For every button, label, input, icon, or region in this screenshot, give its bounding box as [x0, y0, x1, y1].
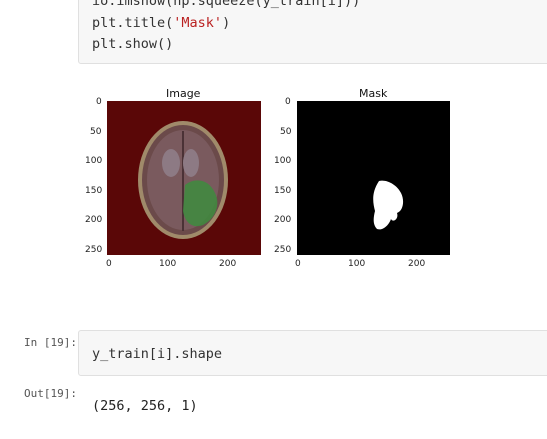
code-string: 'Mask'	[173, 15, 223, 31]
code-line: io.imshow(np.squeeze(y_train[i]))	[92, 0, 361, 9]
ventricle-right	[183, 149, 199, 177]
y-tick-label: 0	[96, 97, 102, 107]
y-tick-label: 100	[85, 156, 103, 166]
x-tick-label: 100	[159, 259, 177, 269]
cell-output: (256, 256, 1)	[92, 398, 198, 414]
y-tick-label: 250	[274, 245, 292, 255]
code-line: plt.title('Mask')	[92, 15, 230, 31]
subplot-title-image: Image	[166, 87, 201, 100]
output-prompt: Out[19]:	[24, 387, 77, 400]
y-tick-label: 50	[90, 127, 102, 137]
y-tick-label: 50	[280, 127, 292, 137]
ventricle-left	[162, 149, 180, 177]
y-tick-label: 150	[274, 186, 292, 196]
code-text: )	[222, 15, 231, 31]
y-tick-label: 150	[85, 186, 103, 196]
y-tick-label: 250	[85, 245, 103, 255]
y-tick-label: 200	[85, 215, 103, 225]
mask-image	[297, 101, 450, 255]
code-line: plt.show()	[92, 36, 174, 52]
code-cell-19-input[interactable]: y_train[i].shape	[78, 330, 547, 376]
x-tick-label: 200	[408, 259, 426, 269]
y-tick-label: 100	[274, 156, 292, 166]
input-prompt: In [19]:	[24, 336, 77, 349]
x-tick-label: 200	[219, 259, 237, 269]
y-tick-label: 200	[274, 215, 292, 225]
y-tick-label: 0	[285, 97, 291, 107]
x-tick-label: 0	[106, 259, 112, 269]
code-line: y_train[i].shape	[92, 346, 223, 362]
brain-mri-image	[107, 101, 261, 255]
mask-background	[297, 101, 450, 255]
x-tick-label: 100	[348, 259, 366, 269]
subplot-title-mask: Mask	[359, 87, 388, 100]
x-tick-label: 0	[295, 259, 301, 269]
code-cell-18-input[interactable]: io.imshow(np.squeeze(y_train[i])) plt.ti…	[78, 0, 547, 64]
code-text: plt.title(	[92, 15, 174, 31]
